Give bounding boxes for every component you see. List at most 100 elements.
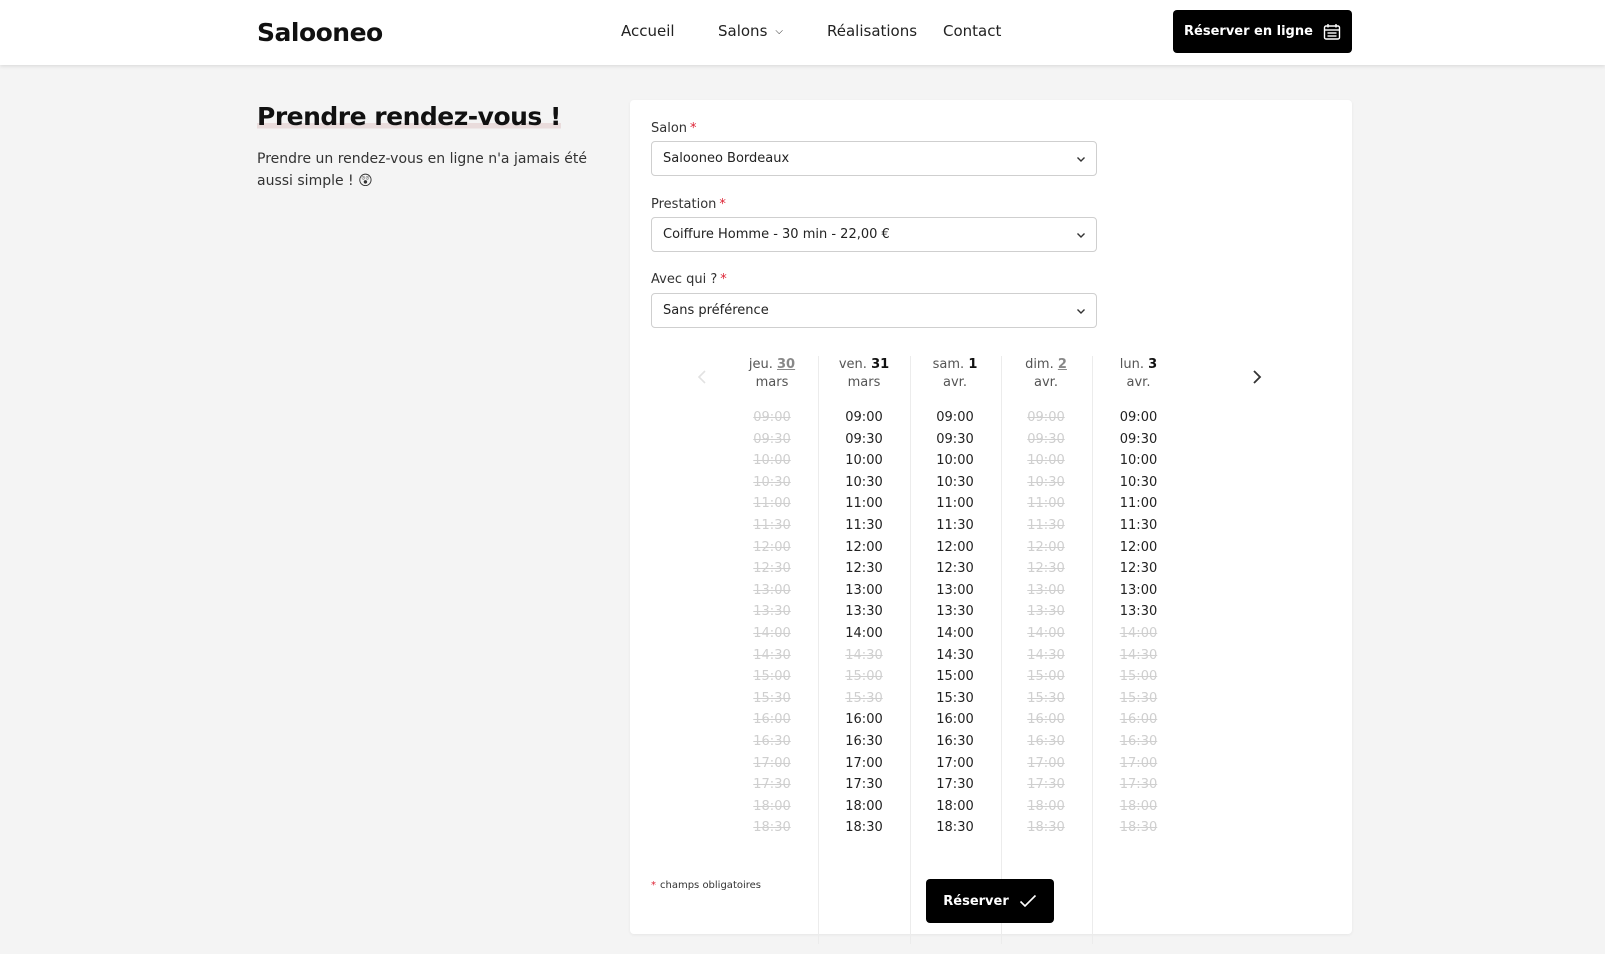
book-online-label: Réserver en ligne (1184, 24, 1313, 39)
time-slot[interactable]: 17:00 (909, 753, 1001, 775)
book-online-button[interactable]: Réserver en ligne (1173, 10, 1352, 53)
time-slot[interactable]: 13:30 (1092, 601, 1185, 623)
time-slot[interactable]: 12:00 (818, 537, 910, 559)
time-slot-unavailable: 15:30 (1119, 690, 1158, 706)
time-slot[interactable]: 12:30 (1092, 558, 1185, 580)
avec-qui-select-value: Sans préférence (663, 303, 769, 318)
next-week-icon[interactable] (1247, 366, 1267, 388)
time-slot[interactable]: 11:00 (818, 493, 910, 515)
time-slot[interactable]: 09:30 (909, 429, 1001, 451)
prev-week-icon[interactable] (692, 366, 712, 388)
time-slot[interactable]: 09:00 (909, 407, 1001, 429)
time-slot[interactable]: 16:00 (818, 709, 910, 731)
time-slot[interactable]: 18:00 (818, 796, 910, 818)
time-slot-unavailable: 16:00 (1119, 712, 1158, 728)
required-footnote: * champs obligatoires (651, 880, 761, 891)
time-slot[interactable]: 11:30 (909, 515, 1001, 537)
logo[interactable]: Salooneo (257, 18, 383, 47)
time-slot-unavailable: 18:00 (753, 798, 791, 814)
time-slot[interactable]: 13:00 (1092, 580, 1185, 602)
time-slot[interactable]: 10:00 (909, 450, 1001, 472)
time-slot-unavailable: 14:30 (845, 647, 883, 663)
time-slot[interactable]: 12:30 (909, 558, 1001, 580)
time-slot[interactable]: 15:00 (909, 666, 1001, 688)
time-slot[interactable]: 10:30 (818, 472, 910, 494)
time-slot-unavailable: 12:00 (753, 539, 791, 555)
booking-form: Salon * Salooneo Bordeaux Prestation * Coi… (630, 100, 1352, 944)
time-slot-unavailable: 16:30 (1027, 733, 1065, 749)
day-weekday: lun. (1119, 357, 1145, 372)
day-number: 30 (777, 357, 796, 372)
salon-select[interactable]: Salooneo Bordeaux (651, 141, 1097, 176)
time-slot-unavailable: 15:30 (845, 690, 883, 706)
nav-salons[interactable]: Salons ⌵ (718, 22, 783, 40)
time-slot[interactable]: 12:30 (818, 558, 910, 580)
time-slot[interactable]: 09:00 (818, 407, 910, 429)
prestation-label: Prestation * (651, 197, 726, 212)
avec-qui-select[interactable]: Sans préférence (651, 293, 1097, 328)
time-slot-unavailable: 17:00 (1119, 755, 1158, 771)
day-header: lun. 3 avr. (1092, 356, 1185, 392)
day-header: dim. 2 avr. (1000, 356, 1092, 392)
time-slot-unavailable: 16:30 (753, 733, 791, 749)
time-slot[interactable]: 09:30 (818, 429, 910, 451)
time-slot-unavailable: 14:30 (1027, 647, 1065, 663)
time-slot[interactable]: 11:00 (909, 493, 1001, 515)
day-number: 1 (968, 357, 978, 372)
time-slot-unavailable: 15:30 (753, 690, 791, 706)
time-slot[interactable]: 14:30 (909, 645, 1001, 667)
time-slot[interactable]: 16:30 (909, 731, 1001, 753)
salon-label-text: Salon (651, 121, 688, 136)
time-slot[interactable]: 17:00 (818, 753, 910, 775)
time-slot-unavailable: 11:30 (1027, 517, 1065, 533)
prestation-select[interactable]: Coiffure Homme - 30 min - 22,00 € (651, 217, 1097, 252)
day-header: ven. 31 mars (818, 356, 910, 392)
page-intro: Prendre un rendez-vous en ligne n'a jama… (257, 151, 587, 189)
time-slot[interactable]: 10:30 (1092, 472, 1185, 494)
time-slot[interactable]: 13:00 (818, 580, 910, 602)
prestation-label-text: Prestation (651, 197, 717, 212)
time-slot[interactable]: 13:30 (909, 601, 1001, 623)
time-slot-unavailable: 13:30 (753, 604, 791, 620)
time-slot[interactable]: 17:30 (818, 774, 910, 796)
time-slot-unavailable: 13:30 (1027, 604, 1065, 620)
time-slot-unavailable: 18:00 (1119, 798, 1158, 814)
time-slot[interactable]: 10:30 (909, 472, 1001, 494)
required-marker: * (651, 880, 656, 891)
day-weekday: dim. (1025, 357, 1054, 372)
time-slot-unavailable: 12:30 (1027, 561, 1065, 577)
time-slot[interactable]: 10:00 (1092, 450, 1185, 472)
time-slot[interactable]: 09:30 (1092, 429, 1185, 451)
time-slot[interactable]: 11:30 (1092, 515, 1185, 537)
chevron-down-icon (1077, 309, 1085, 314)
time-slot[interactable]: 11:00 (1092, 493, 1185, 515)
time-slot[interactable]: 13:00 (909, 580, 1001, 602)
nav-contact[interactable]: Contact (943, 22, 1001, 40)
time-slot[interactable]: 16:00 (909, 709, 1001, 731)
time-slot[interactable]: 17:30 (909, 774, 1001, 796)
time-slot[interactable]: 12:00 (1092, 537, 1185, 559)
time-slot[interactable]: 13:30 (818, 601, 910, 623)
chevron-down-icon (1077, 157, 1085, 162)
time-slot[interactable]: 18:00 (909, 796, 1001, 818)
page-title: Prendre rendez-vous ! (257, 102, 561, 131)
time-slot-unavailable: 18:00 (1027, 798, 1065, 814)
time-slot[interactable]: 16:30 (818, 731, 910, 753)
nav-accueil[interactable]: Accueil (621, 22, 675, 40)
day-weekday: jeu. (748, 357, 773, 372)
time-slot[interactable]: 12:00 (909, 537, 1001, 559)
chevron-down-icon: ⌵ (775, 26, 783, 37)
submit-button[interactable]: Réserver (926, 879, 1054, 923)
time-slot[interactable]: 18:30 (909, 817, 1001, 839)
time-slot[interactable]: 14:00 (818, 623, 910, 645)
salon-select-value: Salooneo Bordeaux (663, 151, 790, 166)
time-slot[interactable]: 11:30 (818, 515, 910, 537)
nav-salons-label: Salons (718, 22, 768, 40)
time-slot[interactable]: 14:00 (909, 623, 1001, 645)
nav-realisations[interactable]: Réalisations (827, 22, 917, 40)
time-slot-unavailable: 10:30 (753, 474, 791, 490)
time-slot[interactable]: 18:30 (818, 817, 910, 839)
time-slot[interactable]: 09:00 (1092, 407, 1185, 429)
time-slot[interactable]: 10:00 (818, 450, 910, 472)
time-slot[interactable]: 15:30 (909, 688, 1001, 710)
